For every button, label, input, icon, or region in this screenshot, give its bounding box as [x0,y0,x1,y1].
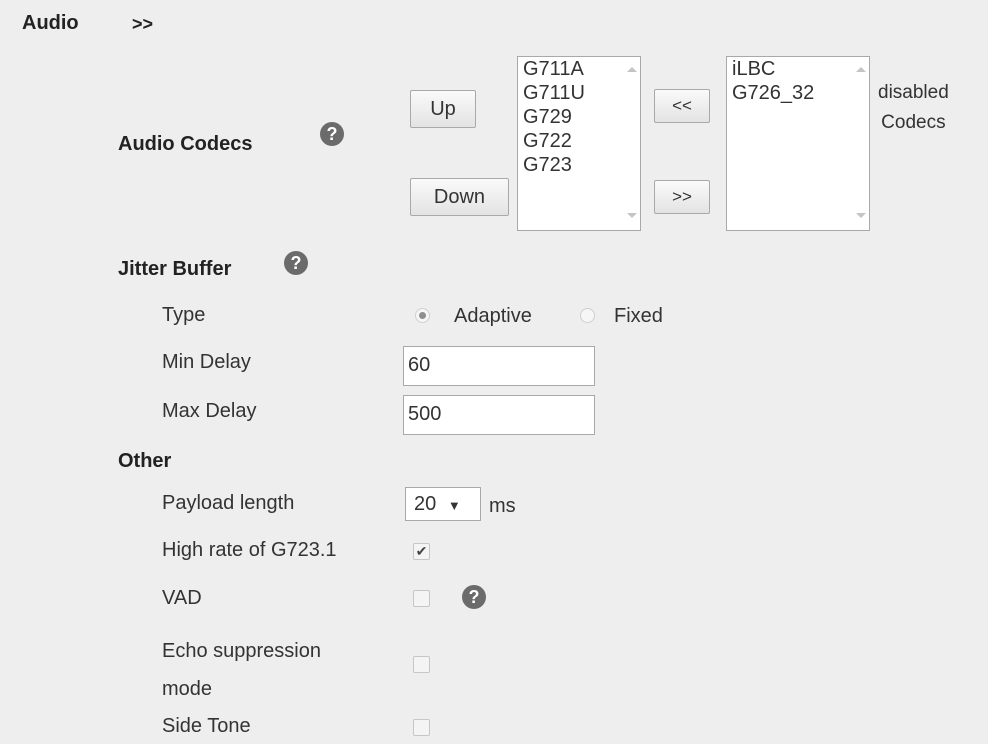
checkmark-icon: ✔ [415,543,428,559]
radio-fixed[interactable] [580,308,595,323]
min-delay-input[interactable]: 60 [403,346,595,386]
disabled-codecs-list[interactable]: iLBC G726_32 [726,56,870,231]
scroll-up-arrow-icon[interactable] [627,67,637,72]
move-to-enabled-button[interactable]: << [654,89,710,123]
move-to-disabled-button[interactable]: >> [654,180,710,214]
audio-codecs-help-icon[interactable]: ? [320,122,344,146]
jitter-type-label: Type [162,304,206,326]
side-tone-label: Side Tone [162,715,251,737]
payload-length-label: Payload length [162,492,295,514]
echo-label-line2: mode [162,678,213,700]
scroll-down-arrow-icon[interactable] [627,213,637,218]
enabled-option[interactable]: G723 [518,153,640,177]
codec-down-button[interactable]: Down [410,178,509,216]
enabled-option[interactable]: G729 [518,105,640,129]
enabled-option[interactable]: G711U [518,81,640,105]
audio-codecs-label: Audio Codecs [118,133,253,155]
section-toggle[interactable]: >> [132,14,153,35]
payload-unit: ms [489,495,516,517]
disabled-option[interactable]: iLBC [727,57,869,81]
disabled-caption-line1: disabled [878,82,949,103]
scroll-up-arrow-icon[interactable] [856,67,866,72]
scroll-down-arrow-icon[interactable] [856,213,866,218]
enabled-option[interactable]: G722 [518,129,640,153]
other-title: Other [118,450,172,472]
echo-suppression-label: Echo suppression mode [162,632,321,708]
disabled-option[interactable]: G726_32 [727,81,869,105]
high-rate-label: High rate of G723.1 [162,539,337,561]
vad-label: VAD [162,587,202,609]
side-tone-checkbox[interactable] [413,719,430,736]
payload-length-select[interactable]: 20 ▼ [405,487,481,521]
vad-help-icon[interactable]: ? [462,585,486,609]
radio-adaptive[interactable] [415,308,430,323]
disabled-codecs-scrollbar[interactable] [852,57,869,230]
high-rate-checkbox[interactable]: ✔ [413,543,430,560]
min-delay-label: Min Delay [162,351,251,373]
jitter-buffer-title: Jitter Buffer [118,258,232,280]
audio-settings-panel: Audio >> Audio Codecs ? Up Down G711A G71… [0,0,988,744]
echo-label-line1: Echo suppression [162,640,321,662]
jitter-buffer-help-icon[interactable]: ? [284,251,308,275]
codec-up-button[interactable]: Up [410,90,476,128]
enabled-codecs-scrollbar[interactable] [623,57,640,230]
disabled-codecs-caption: disabled Codecs [878,78,949,138]
enabled-option[interactable]: G711A [518,57,640,81]
section-title: Audio [22,12,79,34]
radio-fixed-label: Fixed [614,305,663,327]
echo-suppression-checkbox[interactable] [413,656,430,673]
vad-checkbox[interactable] [413,590,430,607]
max-delay-input[interactable]: 500 [403,395,595,435]
max-delay-label: Max Delay [162,400,257,422]
dropdown-triangle-icon: ▼ [447,498,461,513]
enabled-codecs-list[interactable]: G711A G711U G729 G722 G723 [517,56,641,231]
disabled-caption-line2: Codecs [881,112,946,133]
payload-length-value: 20 [414,493,437,515]
radio-adaptive-label: Adaptive [454,305,532,327]
